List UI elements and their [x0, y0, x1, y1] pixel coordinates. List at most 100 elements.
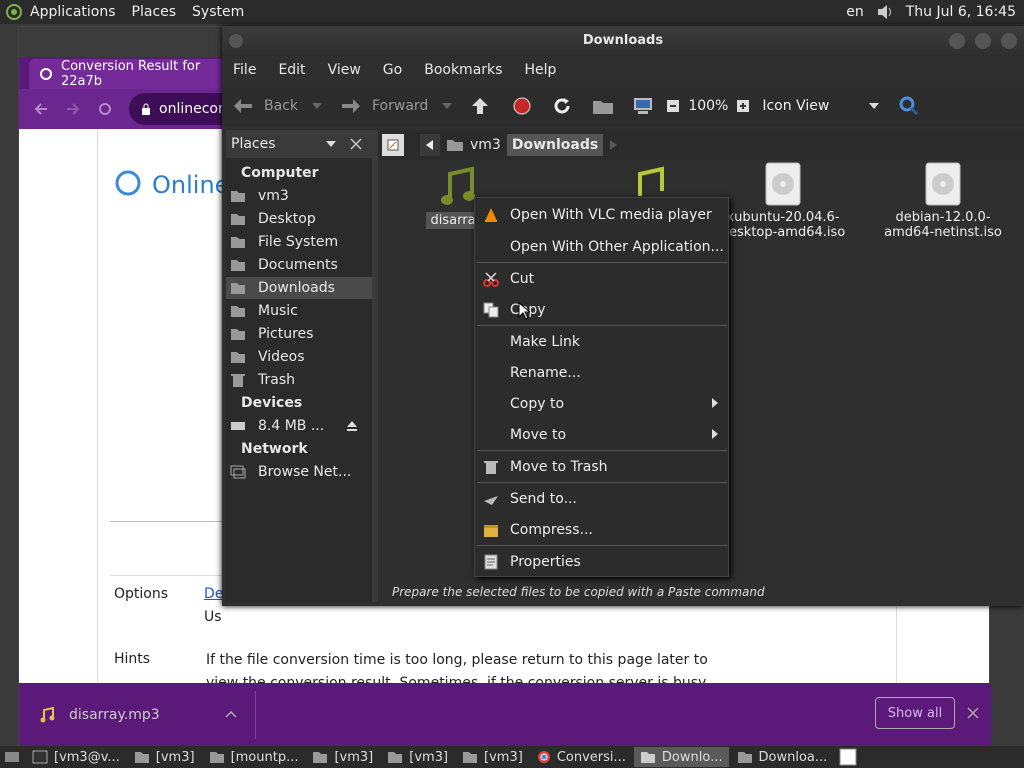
path-left-icon[interactable]	[420, 134, 440, 156]
download-filename[interactable]: disarray.mp3	[69, 707, 160, 723]
taskbar-item[interactable]: [vm3]	[306, 747, 379, 767]
music-icon	[438, 166, 478, 208]
menu-item-rename[interactable]: Rename...	[475, 358, 728, 388]
file-item[interactable]: debian-12.0.0- amd64-netinst.iso	[878, 162, 1008, 240]
menu-item-send-to[interactable]: Send to...	[475, 484, 728, 514]
taskbar-item[interactable]: [vm3]	[456, 747, 529, 767]
chevron-down-icon[interactable]	[442, 103, 453, 109]
sidebar-item-downloads[interactable]: Downloads	[226, 277, 372, 299]
reload-icon[interactable]	[97, 101, 113, 117]
menu-file[interactable]: File	[222, 62, 267, 78]
menu-item-copy-to[interactable]: Copy to	[475, 389, 728, 419]
taskbar-item[interactable]: [mountp...	[203, 747, 305, 767]
chevron-up-icon[interactable]	[225, 709, 237, 719]
distro-logo-icon[interactable]	[6, 4, 22, 20]
workspace-switcher-icon[interactable]	[839, 748, 857, 766]
sidebar-item-videos[interactable]: Videos	[226, 346, 372, 368]
folder-icon	[230, 212, 246, 226]
window-menu-icon[interactable]	[228, 33, 244, 49]
file-item[interactable]: xubuntu-20.04.6- desktop-amd64.iso	[718, 162, 848, 240]
close-window-icon[interactable]	[1000, 32, 1018, 50]
sidebar-header[interactable]: Places	[226, 130, 372, 158]
menu-edit[interactable]: Edit	[267, 62, 316, 78]
menu-bookmarks[interactable]: Bookmarks	[413, 62, 513, 78]
menu-item-compress[interactable]: Compress...	[475, 515, 728, 545]
close-sidebar-icon[interactable]	[350, 138, 362, 150]
search-icon[interactable]	[899, 96, 919, 116]
menu-help[interactable]: Help	[513, 62, 567, 78]
zoom-out-icon[interactable]	[666, 99, 680, 113]
folder-icon	[209, 750, 225, 764]
options-link[interactable]: De	[204, 586, 223, 602]
sidebar-item-label: Videos	[258, 349, 305, 365]
taskbar-item[interactable]: [vm3]	[381, 747, 454, 767]
edit-path-icon[interactable]	[382, 134, 404, 156]
menu-item-properties[interactable]: Properties	[475, 547, 728, 577]
show-desktop-icon[interactable]	[4, 749, 20, 765]
path-right-icon[interactable]	[605, 134, 623, 156]
taskbar-item[interactable]: [vm3@v...	[26, 747, 126, 767]
taskbar-item[interactable]: Downloa...	[731, 747, 834, 767]
sidebar-item-trash[interactable]: Trash	[226, 369, 372, 391]
path-segment-vm3[interactable]: vm3	[446, 137, 501, 153]
menu-item-open-with-vlc[interactable]: Open With VLC media player	[475, 200, 728, 230]
up-arrow-icon[interactable]	[470, 96, 490, 116]
menu-item-cut[interactable]: Cut	[475, 264, 728, 294]
menu-go[interactable]: Go	[372, 62, 413, 78]
sidebar-item-label: vm3	[258, 188, 289, 204]
maximize-icon[interactable]	[974, 32, 992, 50]
reload-icon[interactable]	[552, 96, 572, 116]
view-mode-select[interactable]: Icon View	[762, 98, 880, 114]
sidebar-item-documents[interactable]: Documents	[226, 254, 372, 276]
home-folder-icon	[230, 189, 246, 203]
volume-icon[interactable]	[876, 3, 894, 21]
sidebar-item-device[interactable]: 8.4 MB ...	[226, 415, 372, 437]
back-arrow-icon	[232, 97, 254, 115]
computer-icon[interactable]	[632, 97, 654, 115]
minimize-icon[interactable]	[948, 32, 966, 50]
eject-icon[interactable]	[346, 420, 358, 432]
chevron-down-icon[interactable]	[326, 141, 336, 147]
sidebar-item-pictures[interactable]: Pictures	[226, 323, 372, 345]
clock[interactable]: Thu Jul 6, 16:45	[898, 4, 1024, 20]
places-menu[interactable]: Places	[124, 4, 185, 20]
menu-view[interactable]: View	[317, 62, 372, 78]
menu-item-open-with-other[interactable]: Open With Other Application...	[475, 232, 728, 262]
menu-item-move-to-trash[interactable]: Move to Trash	[475, 452, 728, 482]
menu-item-copy[interactable]: Copy	[475, 295, 728, 325]
sidebar-item-browse-network[interactable]: Browse Net...	[226, 461, 372, 483]
browser-tab-title: Conversion Result for 22a7b	[61, 59, 201, 89]
window-titlebar[interactable]: Downloads	[222, 26, 1024, 56]
close-icon[interactable]	[967, 707, 979, 719]
sidebar-item-music[interactable]: Music	[226, 300, 372, 322]
taskbar-item[interactable]: Downlo...	[633, 747, 729, 767]
menu-item-make-link[interactable]: Make Link	[475, 327, 728, 357]
browser-tab[interactable]: Conversion Result for 22a7b	[29, 59, 229, 89]
properties-icon	[483, 554, 499, 570]
file-item[interactable]	[608, 166, 688, 196]
keyboard-layout-indicator[interactable]: en	[838, 4, 872, 20]
forward-button[interactable]: Forward	[340, 97, 453, 115]
menu-item-label: Open With Other Application...	[510, 239, 724, 255]
back-arrow-icon[interactable]	[33, 101, 49, 117]
divider	[110, 575, 230, 576]
path-segment-downloads[interactable]: Downloads	[506, 134, 604, 156]
menu-item-label: Make Link	[510, 334, 580, 350]
path-segment-label: vm3	[470, 137, 501, 153]
stop-icon[interactable]	[512, 96, 532, 116]
sidebar-item-file-system[interactable]: File System	[226, 231, 372, 253]
chevron-down-icon[interactable]	[312, 103, 322, 109]
taskbar-item[interactable]: Conversi...	[531, 747, 632, 767]
zoom-in-icon[interactable]	[736, 99, 750, 113]
show-all-button[interactable]: Show all	[875, 697, 955, 729]
sidebar-item-desktop[interactable]: Desktop	[226, 208, 372, 230]
taskbar-item[interactable]: [vm3]	[128, 747, 201, 767]
menu-item-move-to[interactable]: Move to	[475, 420, 728, 450]
applications-menu[interactable]: Applications	[22, 4, 124, 20]
system-menu[interactable]: System	[184, 4, 252, 20]
home-folder-icon[interactable]	[592, 97, 614, 115]
menu-item-label: Rename...	[510, 365, 581, 381]
sidebar-item-vm3[interactable]: vm3	[226, 185, 372, 207]
back-button[interactable]: Back	[232, 97, 322, 115]
forward-arrow-icon[interactable]	[65, 101, 81, 117]
